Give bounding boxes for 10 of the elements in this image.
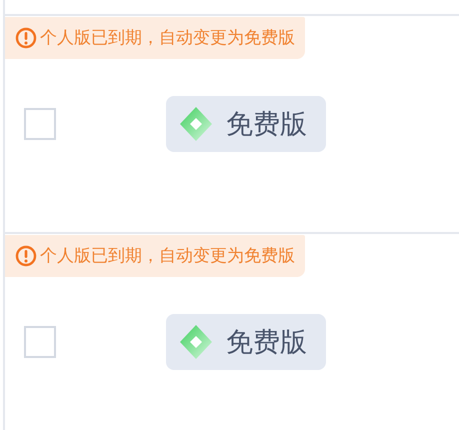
warning-icon: [15, 27, 37, 49]
checkbox[interactable]: [24, 326, 56, 358]
diamond-icon: [180, 325, 212, 359]
notice-text: 个人版已到期，自动变更为免费版: [40, 245, 295, 268]
diamond-icon: [180, 107, 212, 141]
checkbox[interactable]: [24, 108, 56, 140]
plan-name: 免费版: [226, 108, 307, 141]
notice-text: 个人版已到期，自动变更为免费版: [40, 27, 295, 50]
plan-name: 免费版: [226, 326, 307, 359]
warning-icon: [15, 245, 37, 267]
